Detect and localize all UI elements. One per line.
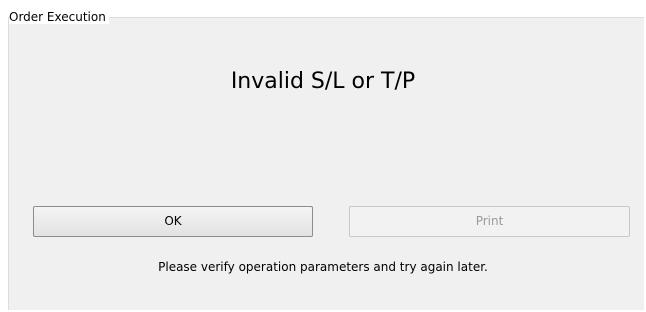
print-button[interactable]: Print [349,206,630,237]
group-title: Order Execution [9,10,109,24]
ok-button[interactable]: OK [33,206,313,237]
order-execution-panel: Order Execution Invalid S/L or T/P OK Pr… [0,0,646,312]
error-message: Invalid S/L or T/P [230,69,416,94]
hint-text: Please verify operation parameters and t… [158,260,488,274]
